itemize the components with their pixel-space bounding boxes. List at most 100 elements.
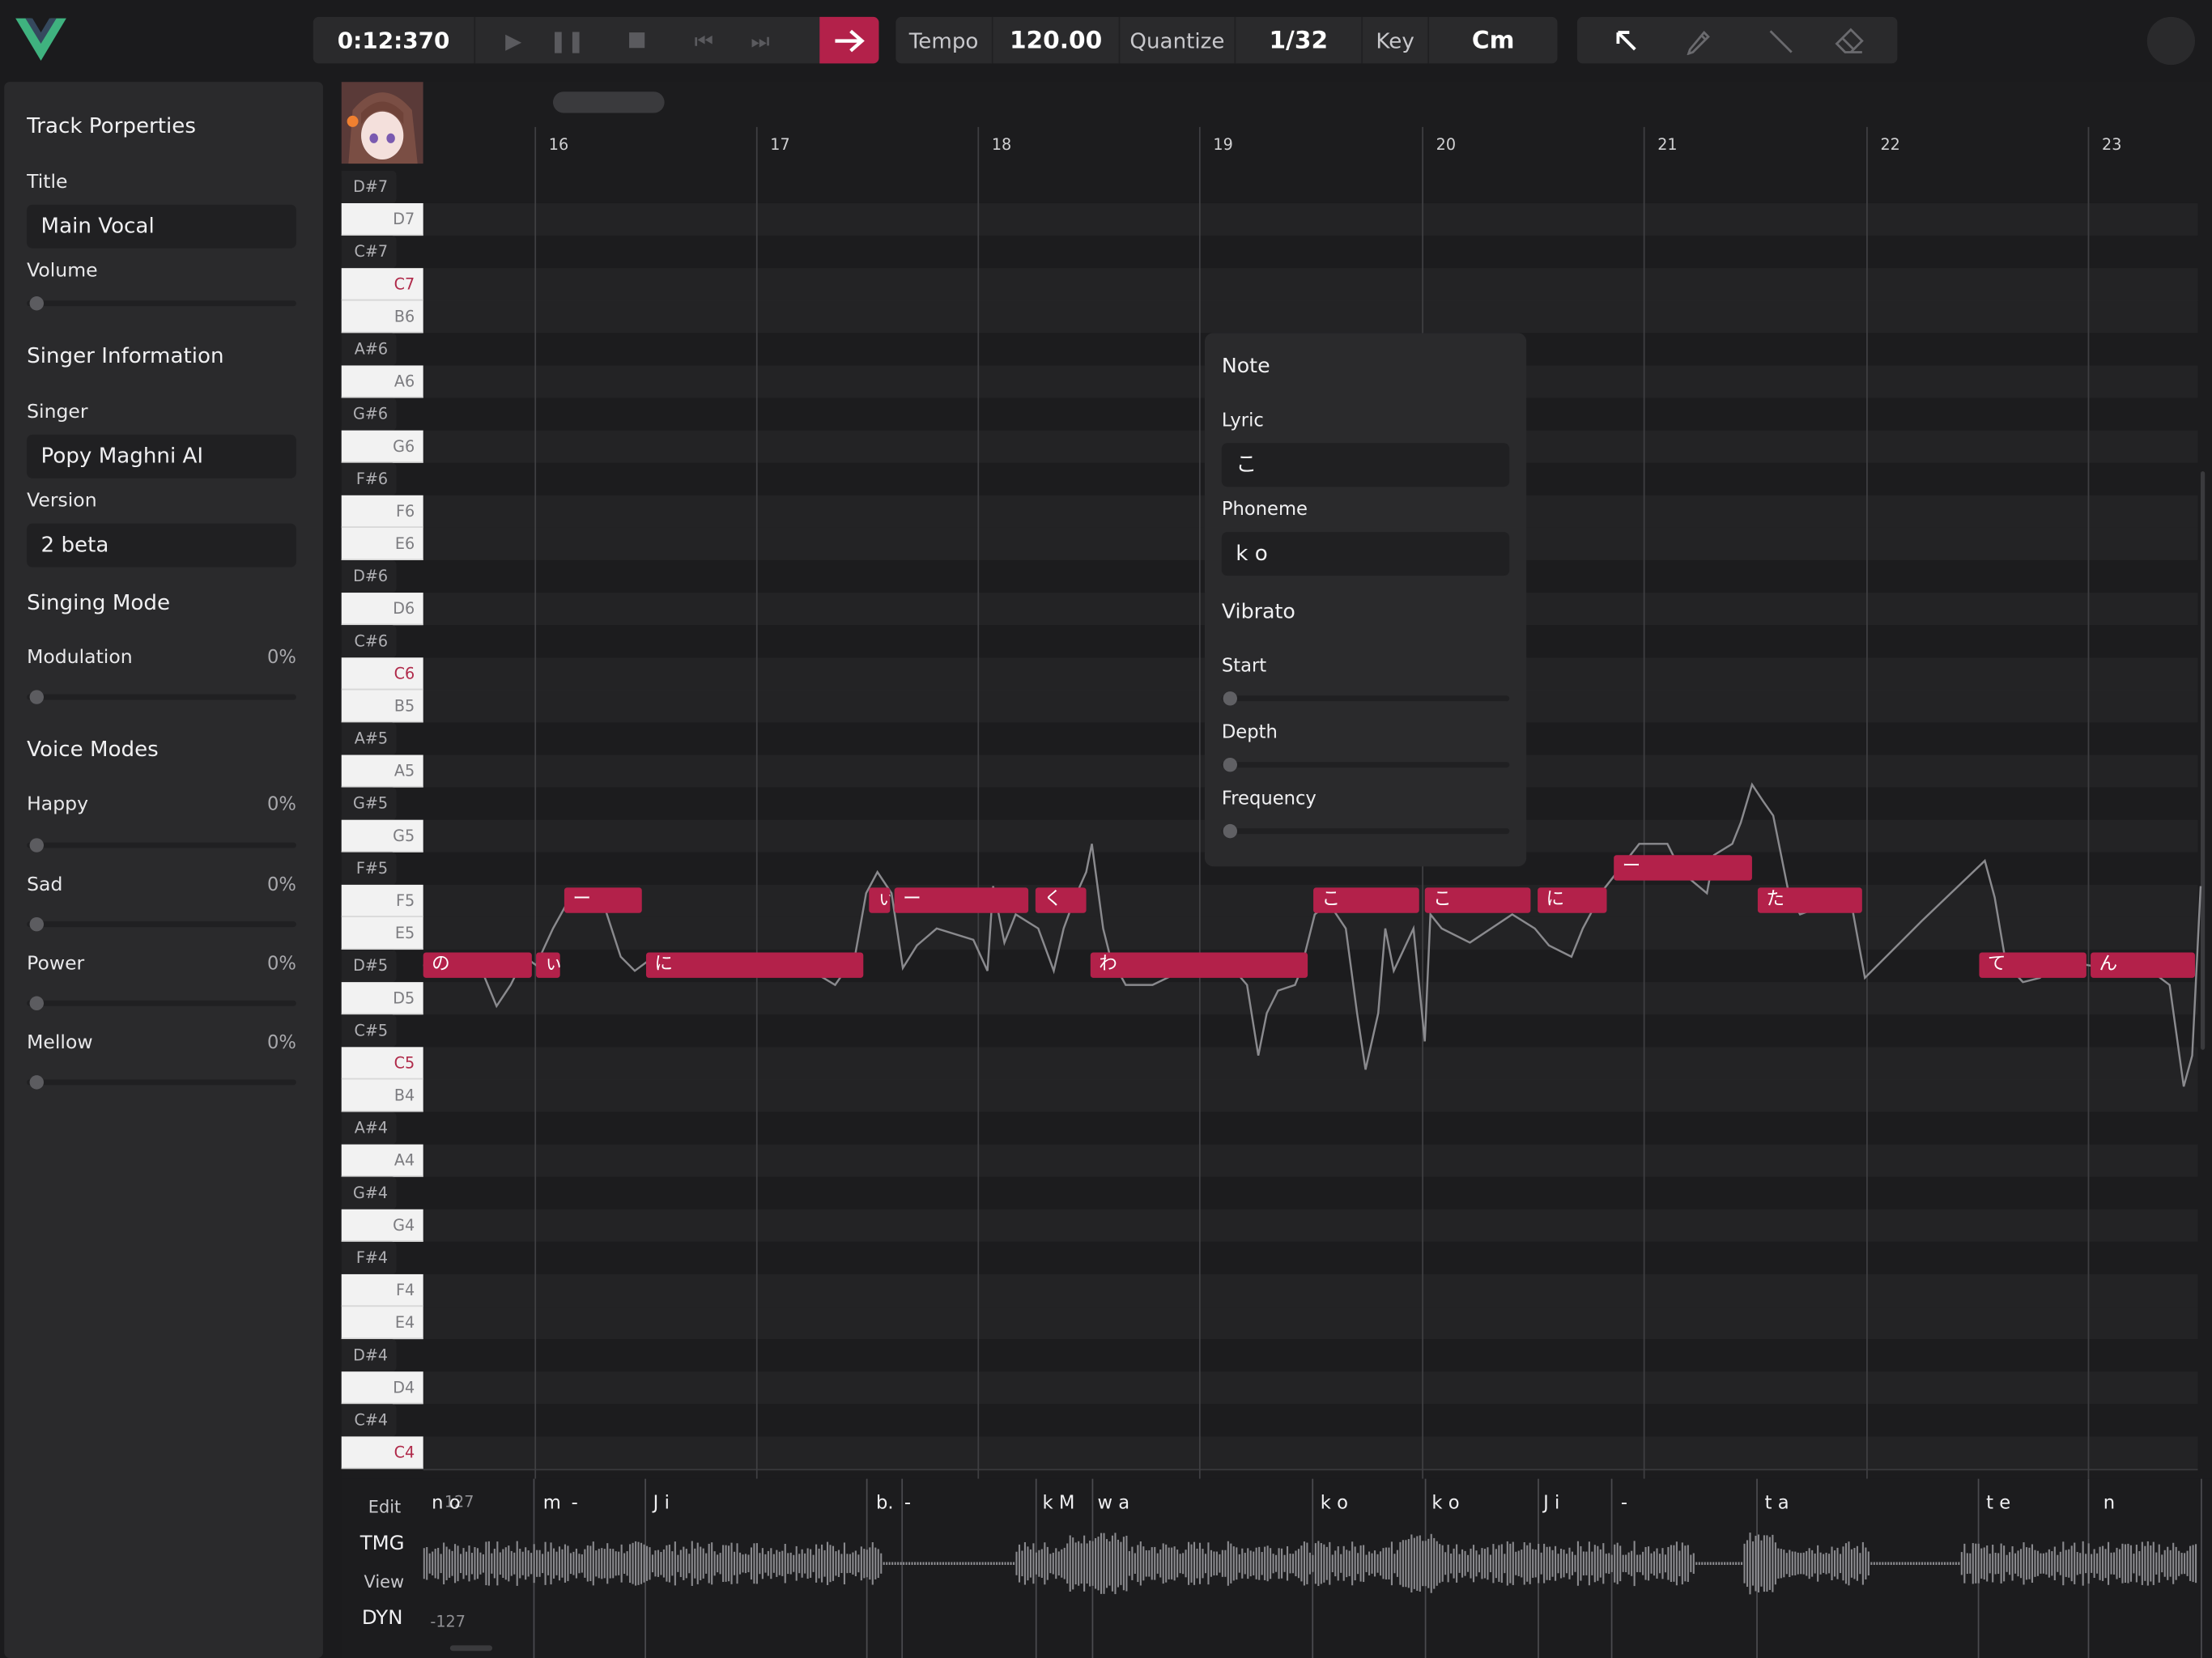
waveform-bar: [1447, 1545, 1449, 1583]
play-button[interactable]: ▶: [485, 17, 542, 64]
waveform-bar: [985, 1562, 987, 1565]
sad-slider[interactable]: [27, 916, 296, 932]
waveform-bar: [1207, 1542, 1210, 1585]
vibrato-frequency-slider[interactable]: [1221, 823, 1510, 839]
note[interactable]: わ: [1090, 952, 1308, 978]
note[interactable]: こ: [1313, 887, 1419, 913]
note[interactable]: ー: [564, 887, 642, 913]
waveform-bar: [1241, 1548, 1244, 1579]
note[interactable]: ん: [2091, 952, 2196, 978]
waveform-bar: [1249, 1550, 1252, 1577]
waveform-bar: [1512, 1541, 1514, 1585]
phoneme-boundary[interactable]: [2200, 1478, 2202, 1658]
version-select[interactable]: 2 beta: [27, 523, 296, 568]
tempo-value[interactable]: 120.00: [993, 16, 1121, 64]
note[interactable]: く: [1035, 887, 1087, 913]
waveform-bar: [1565, 1554, 1568, 1574]
modulation-slider-knob[interactable]: [29, 690, 45, 704]
power-slider[interactable]: [27, 996, 296, 1010]
waveform-bar: [1483, 1549, 1486, 1579]
tool-bar: [1576, 16, 1898, 64]
stop-button[interactable]: [608, 17, 665, 64]
phoneme-label: -: [904, 1493, 912, 1515]
pencil-tool-button[interactable]: [1670, 17, 1727, 64]
vibrato-start-knob[interactable]: [1223, 691, 1237, 706]
waveform-bar: [2121, 1543, 2124, 1584]
singer-select[interactable]: Popy Maghni AI: [27, 434, 296, 478]
mellow-slider[interactable]: [27, 1075, 296, 1090]
skip-forward-icon: ⏭: [751, 27, 770, 53]
select-tool-button[interactable]: [1598, 17, 1655, 64]
waveform-bar: [1726, 1562, 1729, 1565]
waveform-bar: [1176, 1550, 1179, 1578]
waveform-bar: [2036, 1550, 2039, 1576]
eraser-tool-button[interactable]: [1821, 17, 1878, 64]
waveform-bar: [1264, 1546, 1266, 1580]
waveform-bar: [1994, 1552, 1997, 1575]
waveform-bar: [1489, 1554, 1491, 1572]
phoneme-label: -: [1620, 1493, 1628, 1515]
note[interactable]: の: [423, 952, 532, 978]
vibrato-start-slider[interactable]: [1221, 691, 1510, 706]
vibrato-depth-knob[interactable]: [1223, 757, 1237, 772]
waveform-bar: [479, 1552, 482, 1575]
volume-slider-knob[interactable]: [29, 296, 45, 311]
title-input[interactable]: Main Vocal: [27, 204, 296, 249]
note[interactable]: ー: [1614, 855, 1752, 881]
waveform-bar: [538, 1550, 541, 1577]
waveform-bar: [711, 1542, 713, 1585]
note[interactable]: こ: [1424, 887, 1531, 913]
waveform-bar: [1895, 1562, 1898, 1565]
note[interactable]: ぃ: [536, 952, 560, 978]
waveform-bar: [2135, 1545, 2138, 1583]
mellow-slider-knob[interactable]: [29, 1075, 45, 1090]
waveform-bar: [1836, 1547, 1839, 1579]
line-tool-button[interactable]: [1752, 17, 1809, 64]
skip-forward-button[interactable]: ⏭: [732, 17, 789, 64]
quantize-value[interactable]: 1/32: [1236, 16, 1363, 64]
happy-slider-knob[interactable]: [29, 838, 45, 852]
key-value[interactable]: Cm: [1429, 17, 1558, 64]
waveform-bar: [465, 1551, 468, 1575]
waveform-bar: [1653, 1551, 1656, 1576]
waveform-bar: [1057, 1551, 1060, 1576]
phoneme-label: t a: [1764, 1493, 1789, 1515]
happy-slider[interactable]: [27, 838, 296, 852]
waveform-bar: [874, 1547, 877, 1579]
waveform-bar: [1757, 1534, 1759, 1593]
vibrato-frequency-knob[interactable]: [1223, 823, 1237, 839]
note[interactable]: に: [645, 952, 864, 978]
timing-dynamics-panel[interactable]: Edit TMG View DYN 127 -127 n om-J i b. - k …: [341, 1478, 2212, 1658]
note[interactable]: た: [1757, 887, 1862, 913]
note[interactable]: て: [1979, 952, 2087, 978]
vibrato-depth-slider[interactable]: [1221, 757, 1510, 772]
bottom-scrollbar[interactable]: [449, 1645, 493, 1652]
waveform-bar: [2019, 1549, 2023, 1579]
skip-back-button[interactable]: ⏮: [676, 17, 733, 64]
note[interactable]: ぃ: [869, 887, 891, 913]
phoneme-input[interactable]: k o: [1221, 532, 1510, 576]
follow-playhead-button[interactable]: [819, 16, 879, 64]
pause-button[interactable]: ❚❚: [539, 17, 596, 64]
volume-slider[interactable]: [27, 296, 296, 311]
waveform-bar: [1650, 1553, 1653, 1574]
waveform-bar: [730, 1542, 733, 1584]
waveform-bar: [1224, 1550, 1227, 1577]
tmg-button[interactable]: TMG: [344, 1529, 420, 1558]
note[interactable]: ー: [894, 887, 1029, 913]
power-slider-knob[interactable]: [29, 996, 45, 1010]
sad-slider-knob[interactable]: [29, 916, 45, 932]
user-avatar[interactable]: [2146, 16, 2196, 66]
waveform-bar: [2141, 1541, 2143, 1585]
lyric-input[interactable]: こ: [1221, 443, 1510, 487]
waveform-bar: [2152, 1541, 2155, 1585]
waveform-bar: [443, 1542, 445, 1585]
waveform-bar: [1989, 1554, 1991, 1574]
waveform-bar: [1464, 1550, 1466, 1576]
modulation-slider[interactable]: [27, 690, 296, 704]
dyn-button[interactable]: DYN: [344, 1605, 420, 1633]
waveform-bar: [674, 1541, 676, 1586]
waveform-bar: [1010, 1562, 1012, 1565]
note[interactable]: に: [1538, 887, 1607, 913]
waveform-bar: [886, 1562, 888, 1565]
